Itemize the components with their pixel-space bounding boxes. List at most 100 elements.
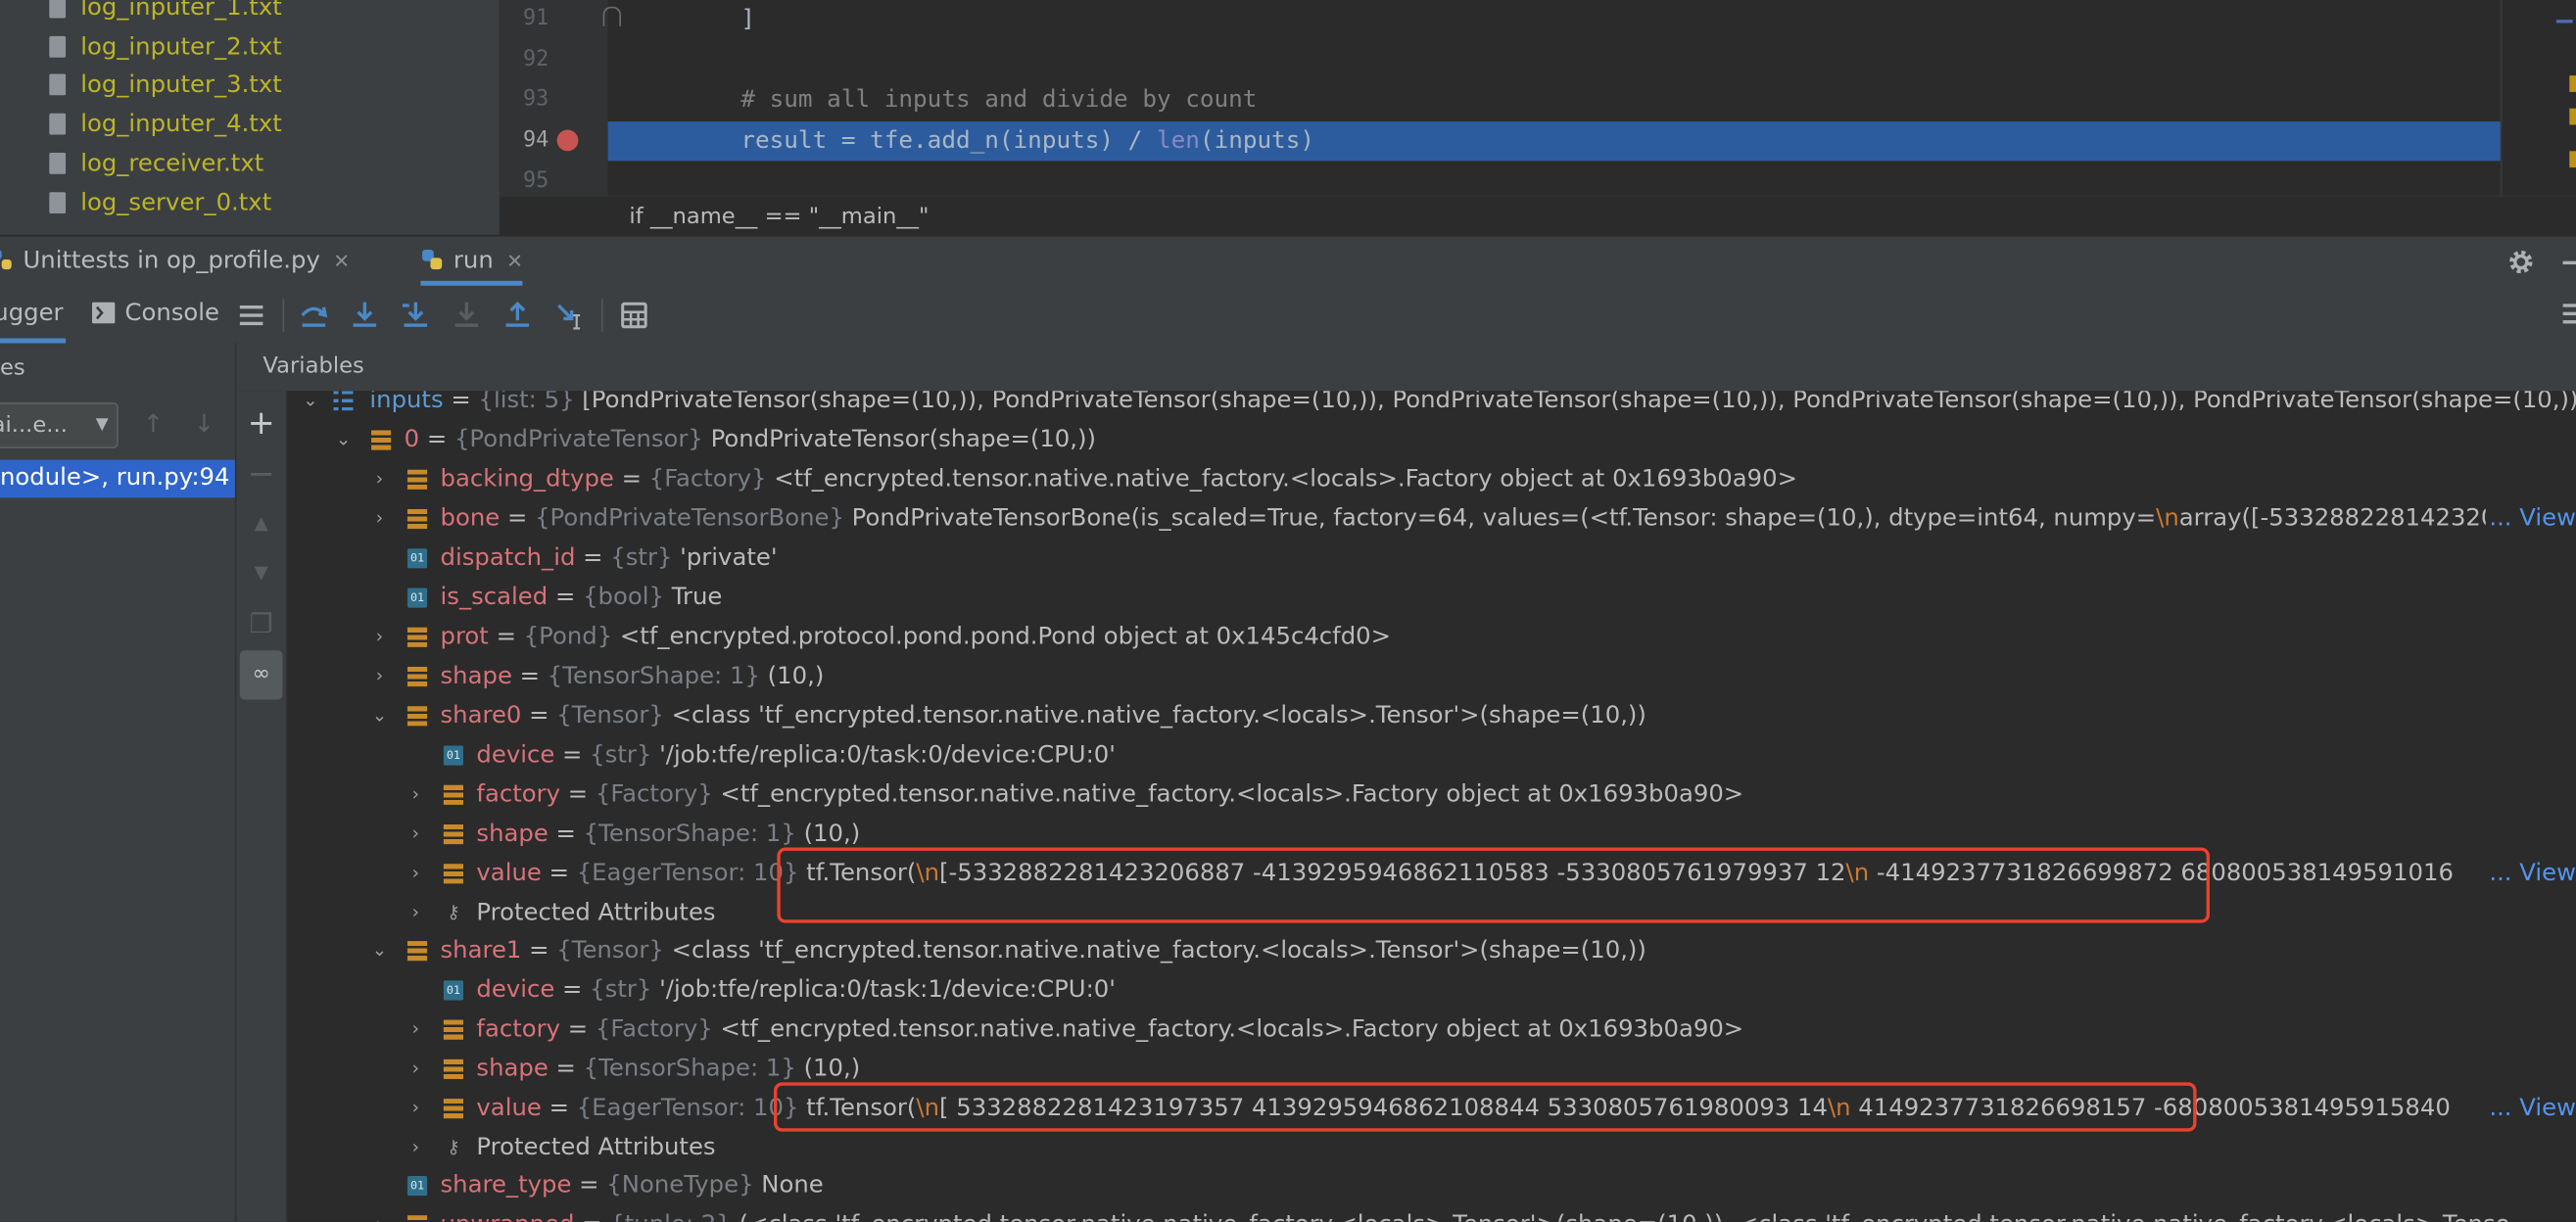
close-icon[interactable]: ✕: [506, 250, 523, 272]
step-out-icon[interactable]: [502, 301, 532, 330]
variable-name: factory: [476, 781, 561, 809]
arrow-down-icon[interactable]: ↓: [194, 409, 215, 439]
chevron-right-icon[interactable]: ›: [405, 815, 425, 854]
variable-row[interactable]: › shape = {TensorShape: 1} (10,): [288, 657, 2576, 696]
chevron-right-icon[interactable]: ›: [405, 1128, 425, 1167]
variable-row[interactable]: 01 dispatch_id = {str} 'private': [288, 539, 2576, 578]
variable-row[interactable]: › ⚷ Protected Attributes: [288, 1128, 2576, 1167]
file-item[interactable]: log_server_0.txt: [49, 184, 271, 223]
variable-value: (10,): [767, 663, 825, 690]
run-tab-bar: Unittests in op_profile.py ✕ run ✕: [0, 234, 2576, 290]
breadcrumb-item[interactable]: if __name__ == "__main__": [629, 197, 929, 235]
text-file-icon: [49, 0, 67, 18]
object-icon: [371, 430, 392, 450]
settings-icon[interactable]: [2507, 248, 2536, 276]
variable-row[interactable]: › bone = {PondPrivateTensorBone} PondPri…: [288, 498, 2576, 540]
stripe-mark[interactable]: [2569, 75, 2576, 92]
code-editor[interactable]: 91 92 93 94 95 ] # sum all inputs and di…: [499, 0, 2576, 235]
evaluate-expression-icon[interactable]: [619, 301, 648, 330]
code-line[interactable]: # sum all inputs and divide by count: [608, 80, 2576, 119]
chevron-right-icon[interactable]: ›: [405, 1010, 425, 1050]
chevron-right-icon[interactable]: ›: [405, 893, 425, 932]
variable-row[interactable]: 01 device = {str} '/job:tfe/replica:0/ta…: [288, 970, 2576, 1010]
variable-name: prot: [440, 624, 489, 651]
move-down-icon[interactable]: ▼: [237, 548, 286, 597]
tab-unittests[interactable]: Unittests in op_profile.py ✕: [0, 237, 350, 286]
variable-row[interactable]: ⌄ inputs = {list: 5} [PondPrivateTensor(…: [288, 391, 2576, 420]
file-item[interactable]: log_inputer_3.txt: [49, 66, 282, 105]
step-over-icon[interactable]: [299, 301, 328, 330]
file-item[interactable]: log_inputer_1.txt: [49, 0, 282, 28]
layout-icon[interactable]: [237, 301, 266, 330]
panel-options-icon[interactable]: [2562, 303, 2576, 325]
variable-row[interactable]: › unwrapped = {tuple: 2} (<class 'tf_enc…: [288, 1205, 2576, 1222]
variable-name: backing_dtype: [440, 466, 614, 494]
file-item[interactable]: log_receiver.txt: [49, 145, 263, 184]
code-token: result = tfe.add_n(inputs) /: [683, 127, 1157, 155]
chevron-down-icon[interactable]: ⌄: [333, 420, 353, 459]
chevron-right-icon[interactable]: ›: [405, 776, 425, 815]
protected-attributes-label: Protected Attributes: [476, 1135, 716, 1161]
show-watches-icon[interactable]: ∞: [239, 650, 283, 700]
chevron-down-icon[interactable]: ⌄: [369, 696, 389, 735]
editor-gutter[interactable]: 91 92 93 94 95: [499, 0, 622, 196]
copy-icon[interactable]: ❐: [237, 599, 286, 648]
view-link[interactable]: ... View: [2485, 1089, 2576, 1129]
breakpoint-icon[interactable]: [556, 129, 579, 152]
variable-row[interactable]: ⌄ share1 = {Tensor} <class 'tf_encrypted…: [288, 931, 2576, 970]
step-into-my-code-icon[interactable]: [401, 301, 430, 330]
chevron-down-icon[interactable]: ⌄: [369, 931, 389, 970]
variable-row[interactable]: › backing_dtype = {Factory} <tf_encrypte…: [288, 460, 2576, 499]
variable-type: {Factory}: [595, 781, 713, 809]
run-to-cursor-icon[interactable]: [555, 301, 585, 330]
step-into-icon[interactable]: [350, 301, 379, 330]
line-number: 94: [522, 127, 549, 153]
variable-row[interactable]: › factory = {Factory} <tf_encrypted.tens…: [288, 1010, 2576, 1050]
variable-row[interactable]: 01 share_type = {NoneType} None: [288, 1166, 2576, 1205]
variable-row[interactable]: › factory = {Factory} <tf_encrypted.tens…: [288, 776, 2576, 815]
primitive-icon: 01: [406, 548, 428, 569]
variable-row[interactable]: ⌄ share0 = {Tensor} <class 'tf_encrypted…: [288, 696, 2576, 735]
chevron-right-icon[interactable]: ›: [369, 499, 389, 539]
view-link[interactable]: ... View: [2485, 498, 2576, 540]
tab-debugger[interactable]: ugger: [0, 286, 67, 344]
tab-console[interactable]: Console: [91, 286, 219, 339]
stripe-mark[interactable]: [2555, 20, 2573, 24]
chevron-right-icon[interactable]: ›: [369, 1205, 389, 1222]
minimize-icon[interactable]: [2562, 260, 2576, 265]
variable-row[interactable]: ⌄ 0 = {PondPrivateTensor} PondPrivateTen…: [288, 420, 2576, 459]
chevron-right-icon[interactable]: ›: [405, 1089, 425, 1128]
chevron-right-icon[interactable]: ›: [369, 657, 389, 696]
chevron-right-icon[interactable]: ›: [369, 618, 389, 657]
variable-row[interactable]: › prot = {Pond} <tf_encrypted.protocol.p…: [288, 618, 2576, 657]
move-up-icon[interactable]: ▲: [237, 499, 286, 548]
add-watch-icon[interactable]: +: [237, 398, 286, 446]
stripe-mark[interactable]: [2569, 108, 2576, 125]
file-item[interactable]: log_inputer_2.txt: [49, 28, 282, 68]
chevron-right-icon[interactable]: ›: [405, 854, 425, 893]
error-stripe[interactable]: [2500, 0, 2576, 196]
code-text: result = tfe.add_n(inputs) / len(inputs): [684, 121, 1314, 161]
chevron-right-icon[interactable]: ›: [369, 460, 389, 499]
chevron-down-icon[interactable]: ⌄: [301, 391, 320, 420]
frame-item-selected[interactable]: nodule>, run.py:94: [0, 459, 235, 498]
force-step-into-icon[interactable]: [452, 301, 481, 330]
arrow-up-icon[interactable]: ↑: [143, 409, 164, 439]
file-item[interactable]: log_inputer_4.txt: [49, 105, 282, 144]
variable-value: None: [761, 1172, 824, 1199]
code-line[interactable]: ]: [608, 0, 2576, 39]
chevron-right-icon[interactable]: ›: [405, 1050, 425, 1089]
variable-row[interactable]: 01 is_scaled = {bool} True: [288, 578, 2576, 617]
frames-pane: es ai...e... ▼ ↑ ↓ nodule>, run.py:94: [0, 343, 237, 1222]
thread-dropdown[interactable]: ai...e... ▼: [0, 401, 119, 448]
variables-side-toolbar: + − ▲ ▼ ❐ ∞: [236, 391, 288, 1222]
close-icon[interactable]: ✕: [333, 250, 350, 272]
file-label: log_receiver.txt: [80, 151, 264, 178]
stripe-mark[interactable]: [2569, 151, 2576, 168]
editor-breadcrumb[interactable]: if __name__ == "__main__": [499, 195, 2576, 235]
remove-watch-icon[interactable]: −: [237, 448, 286, 497]
variable-row[interactable]: 01 device = {str} '/job:tfe/replica:0/ta…: [288, 735, 2576, 775]
tab-run[interactable]: run ✕: [420, 237, 524, 286]
current-execution-line[interactable]: result = tfe.add_n(inputs) / len(inputs): [607, 121, 2576, 162]
view-link[interactable]: ... View: [2485, 854, 2576, 894]
